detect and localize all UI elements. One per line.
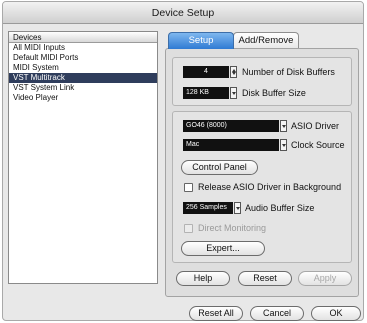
help-button[interactable]: Help [176,271,230,286]
device-item-vst-multitrack[interactable]: VST Multitrack [9,73,157,83]
clock-source-label: Clock Source [291,140,345,150]
audio-buffer-size-dropdown[interactable] [234,202,241,214]
device-list-header[interactable]: Devices [9,32,157,43]
device-list[interactable]: Devices All MIDI Inputs Default MIDI Por… [8,31,158,284]
disk-buffers-field[interactable]: 4 [183,66,229,78]
reset-button[interactable]: Reset [238,271,292,286]
direct-monitoring-checkbox[interactable] [184,224,193,233]
ok-button[interactable]: OK [311,306,361,321]
direct-monitoring-label: Direct Monitoring [198,223,267,233]
expert-button[interactable]: Expert... [181,241,265,256]
disk-buffer-size-label: Disk Buffer Size [242,88,306,98]
tab-add-remove[interactable]: Add/Remove [233,32,299,49]
apply-button[interactable]: Apply [298,271,352,286]
cancel-button[interactable]: Cancel [250,306,304,321]
disk-buffer-size-dropdown[interactable] [230,87,237,99]
audio-buffer-size-label: Audio Buffer Size [245,203,315,213]
device-item-vst-system-link[interactable]: VST System Link [9,83,157,93]
clock-source-field[interactable]: Mac [183,139,279,151]
window-title: Device Setup [3,2,363,24]
reset-all-button[interactable]: Reset All [189,306,243,321]
asio-driver-dropdown[interactable] [280,120,287,132]
release-asio-label: Release ASIO Driver in Background [198,182,342,192]
control-panel-button[interactable]: Control Panel [181,160,258,175]
release-asio-checkbox[interactable] [184,183,193,192]
disk-buffers-label: Number of Disk Buffers [242,67,335,77]
device-item-default-midi-ports[interactable]: Default MIDI Ports [9,53,157,63]
disk-buffer-size-field[interactable]: 128 KB [183,87,229,99]
asio-driver-label: ASIO Driver [291,121,340,131]
tab-setup[interactable]: Setup [168,32,234,49]
clock-source-dropdown[interactable] [280,139,287,151]
device-item-all-midi-inputs[interactable]: All MIDI Inputs [9,43,157,53]
asio-driver-field[interactable]: GO46 (8000) [183,120,279,132]
audio-buffer-size-field[interactable]: 256 Samples [183,202,233,214]
device-item-midi-system[interactable]: MIDI System [9,63,157,73]
disk-buffers-stepper[interactable] [230,66,237,78]
device-item-video-player[interactable]: Video Player [9,93,157,103]
